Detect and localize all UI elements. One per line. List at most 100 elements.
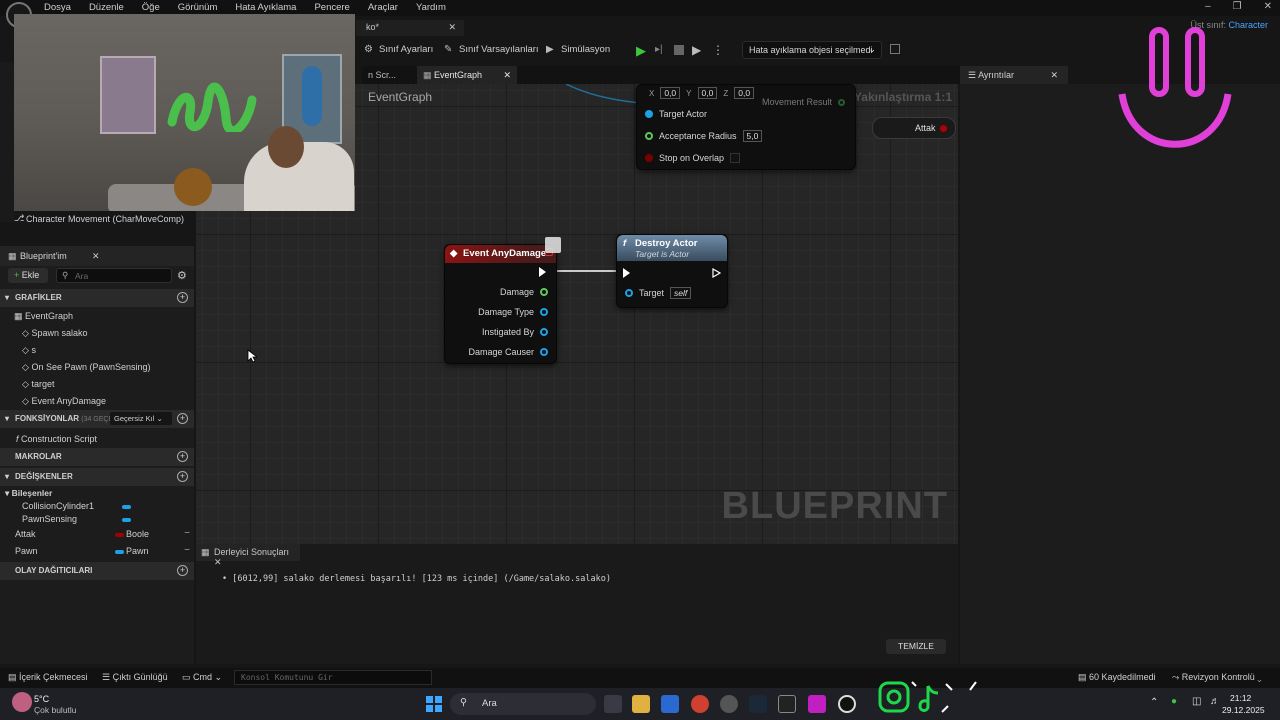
section-graphs[interactable]: ▾ GRAFİKLER + [0,289,194,307]
store-icon[interactable] [661,695,679,713]
add-button[interactable]: + Ekle [8,268,48,283]
instigated-by-pin[interactable]: Instigated By [482,327,548,337]
menu-item-help[interactable]: Yardım [416,2,446,13]
taskbar-search[interactable]: ⚲ Ara [450,693,596,715]
class-defaults-button[interactable]: ✎ Sınıf Varsayılanları [444,44,539,55]
network-icon[interactable]: ◫ [1192,696,1201,707]
clock-time[interactable]: 21:12 [1230,693,1251,703]
add-function-icon[interactable]: + [177,413,188,424]
add-graph-icon[interactable]: + [177,292,188,303]
damage-pin[interactable]: Damage [500,287,548,297]
variable-pawn-sensing[interactable]: PawnSensing [22,514,131,524]
variable-attak[interactable]: Attak Boole ⌣ [15,527,190,539]
add-dispatcher-icon[interactable]: + [177,565,188,576]
clock-date[interactable]: 29.12.2025 [1222,705,1265,715]
add-variable-icon[interactable]: + [177,471,188,482]
task-view-icon[interactable] [604,695,622,713]
menu-item-edit[interactable]: Düzenle [89,2,124,13]
clear-button[interactable]: TEMİZLE [886,639,946,654]
graph-item-on-see-pawn[interactable]: ◇ On See Pawn (PawnSensing) [22,362,151,373]
start-icon[interactable] [426,696,442,712]
menu-item-asset[interactable]: Öğe [142,2,160,13]
simulation-button[interactable]: ▶ Simülasyon [546,44,610,55]
microphone-icon[interactable]: ● [1171,696,1177,707]
close-icon[interactable]: ✕ [1264,1,1272,12]
unreal-taskbar-icon[interactable] [838,695,856,713]
close-icon[interactable]: ✕ [214,557,222,567]
visibility-eye-icon[interactable]: ⌣ [184,544,190,555]
menu-item-file[interactable]: Dosya [44,2,71,13]
function-item-construction[interactable]: f Construction Script [16,434,97,444]
acceptance-radius-field[interactable]: 5,0 [742,130,763,142]
close-icon[interactable]: ✕ [448,22,456,33]
play-icon[interactable]: ▶ [636,43,646,59]
exec-out-pin[interactable] [712,268,721,278]
step-icon[interactable]: ▸| [655,44,663,55]
tab-compiler-results[interactable]: ▦ Derleyici Sonuçları ✕ [196,544,300,567]
variable-type[interactable]: Boole [126,529,149,539]
steam-icon[interactable] [749,695,767,713]
epic-games-icon[interactable] [778,695,796,713]
add-macro-icon[interactable]: + [177,451,188,462]
graph-item-s[interactable]: ◇ s [22,345,36,356]
weather-desc[interactable]: Çok bulutlu [34,705,77,715]
content-drawer-button[interactable]: ▤ İçerik Çekmecesi [8,672,88,683]
vector-x-field[interactable]: 0,0 [660,87,681,99]
asset-tab[interactable]: ko* ✕ [356,20,464,36]
output-log-button[interactable]: ☰ Çıktı Günlüğü [102,672,168,683]
class-settings-button[interactable]: ⚙ Sınıf Ayarları [364,44,433,55]
target-actor-pin[interactable]: Target Actor [645,109,707,119]
menu-item-tools[interactable]: Araçlar [368,2,398,13]
chrome-icon[interactable] [691,695,709,713]
movement-result-pin[interactable]: Movement Result [762,97,845,107]
tab-eventgraph[interactable]: ▦ EventGraph ✕ [417,66,517,84]
destroy-actor-node[interactable]: f Destroy Actor Target is Actor Target s… [616,234,728,308]
cmd-dropdown[interactable]: ▭ Cmd ⌄ [182,672,222,683]
visibility-eye-icon[interactable]: ⌣ [184,527,190,538]
exec-out-pin[interactable] [539,267,546,277]
unsaved-button[interactable]: ▤ 60 Kaydedilmedi [1078,672,1156,683]
weather-temp[interactable]: 5°C [34,694,49,704]
weather-icon[interactable] [12,692,32,712]
section-event-dispatchers[interactable]: OLAY DAĞITICILARI + [0,562,194,580]
exec-in-pin[interactable] [623,268,630,278]
close-icon[interactable]: ✕ [503,70,511,81]
close-icon[interactable]: ✕ [1050,70,1058,81]
settings-gear-icon[interactable]: ⚙ [177,269,187,282]
variable-pawn[interactable]: Pawn Pawn ⌣ [15,544,190,556]
graph-item-spawn[interactable]: ◇ Spawn salako [22,328,87,339]
graph-item-target[interactable]: ◇ target [22,379,54,390]
menu-item-debug[interactable]: Hata Ayıklama [235,2,296,13]
file-explorer-icon[interactable] [632,695,650,713]
menu-item-view[interactable]: Görünüm [178,2,218,13]
tab-construction-script[interactable]: n Scr... [362,66,402,84]
console-input[interactable]: Konsol Komutunu Gir [234,670,432,685]
variable-type[interactable]: Pawn [126,546,149,556]
tab-details[interactable]: ☰ Ayrıntılar ✕ [960,66,1068,84]
override-dropdown[interactable]: Geçersiz Kıl ⌄ [110,412,172,425]
close-icon[interactable]: ✕ [92,251,100,262]
damage-type-pin[interactable]: Damage Type [478,307,548,317]
variable-collision-cylinder[interactable]: CollisionCylinder1 [22,501,131,511]
graph-item-event-anydamage[interactable]: ◇ Event AnyDamage [22,396,106,407]
menu-item-window[interactable]: Pencere [314,2,349,13]
folder-icon[interactable] [890,44,900,54]
graph-item-eventgraph[interactable]: ▦ EventGraph [14,311,73,322]
revision-control-button[interactable]: ⤳ Revizyon Kontrolü ⌄ [1172,672,1262,683]
github-icon[interactable] [720,695,738,713]
debug-object-select[interactable]: Hata ayıklama objesi seçilmedi ⌄ [742,41,882,59]
ai-move-to-node[interactable]: X 0,0 Y 0,0 Z 0,0 Movement Result Target Ac… [636,84,856,170]
acceptance-radius-pin[interactable]: Acceptance Radius 5,0 [645,130,763,142]
vector-z-field[interactable]: 0,0 [734,87,755,99]
attak-variable-node[interactable]: Attak [872,117,956,139]
section-functions[interactable]: ▾ FONKSİYONLAR (34 GEÇERS Geçersiz Kıl ⌄… [0,410,194,428]
minimize-icon[interactable]: – [1205,1,1211,12]
stop-on-overlap-checkbox[interactable] [730,153,741,163]
app-icon[interactable] [808,695,826,713]
stop-icon[interactable] [674,45,684,55]
restore-icon[interactable]: ❐ [1233,1,1242,12]
target-pin[interactable]: Target self [625,287,692,299]
event-any-damage-node[interactable]: ◆ Event AnyDamage Damage Damage Type Ins… [444,237,561,364]
damage-causer-pin[interactable]: Damage Causer [468,347,548,357]
vector-y-field[interactable]: 0,0 [697,87,718,99]
